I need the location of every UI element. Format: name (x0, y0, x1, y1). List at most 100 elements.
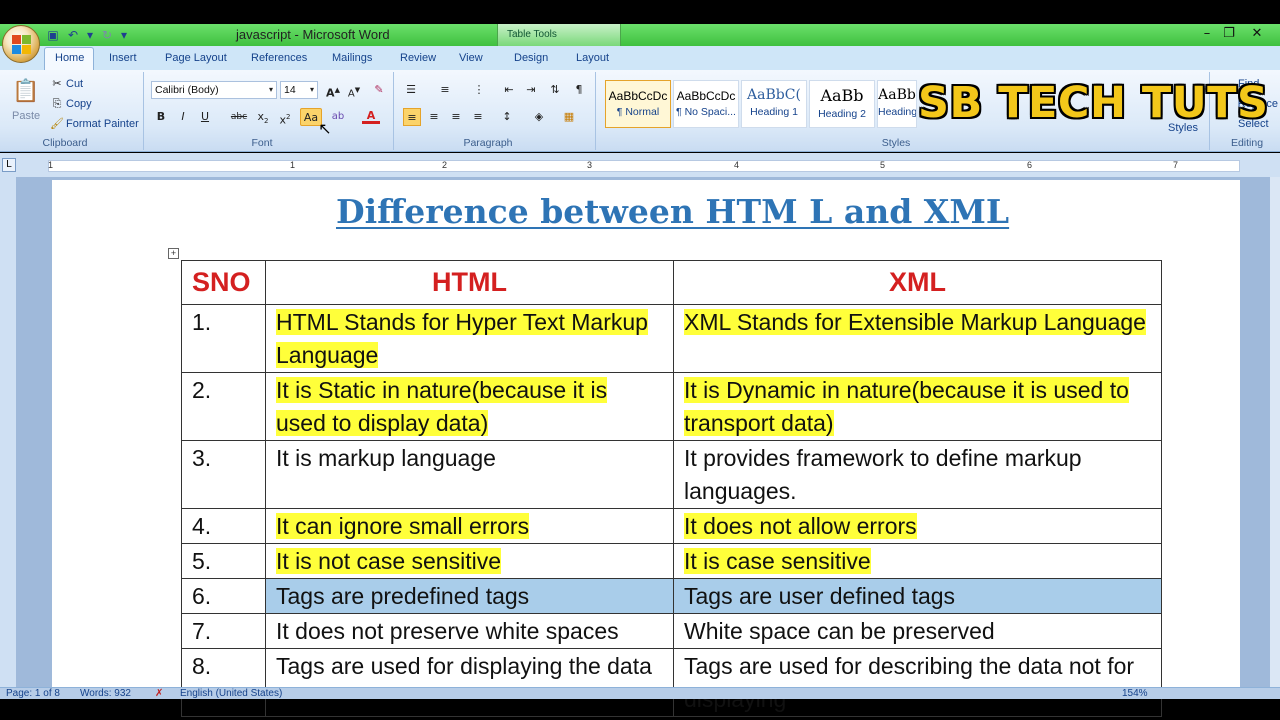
office-button[interactable] (2, 25, 40, 63)
clear-formatting-icon[interactable]: ✎ (370, 81, 388, 99)
tab-references[interactable]: References (251, 52, 307, 64)
bold-icon[interactable]: B (152, 108, 170, 126)
undo-dropdown-icon[interactable]: ▾ (86, 28, 94, 42)
font-family-dropdown-icon[interactable]: ▾ (266, 81, 276, 99)
subscript-icon[interactable]: x2 (254, 108, 272, 126)
editing-label: Editing (1230, 137, 1264, 149)
paste-button[interactable]: Paste (12, 110, 40, 122)
title-bar (0, 24, 1280, 46)
paste-icon[interactable]: 📋 (12, 78, 39, 106)
underline-icon[interactable]: U (196, 108, 214, 126)
sort-icon[interactable]: ⇅ (546, 81, 564, 99)
show-hide-icon[interactable]: ¶ (570, 81, 588, 99)
table-row: 8. Tags are used for displaying the data… (181, 648, 1162, 717)
cell-xml-text: It does not allow errors (684, 513, 917, 539)
style-heading-1[interactable]: AaBbC( Heading 1 (741, 80, 807, 128)
clipboard-label: Clipboard (42, 137, 88, 149)
increase-indent-icon[interactable]: ⇥ (522, 81, 540, 99)
cell-xml: Tags are used for describing the data no… (673, 648, 1162, 717)
style-no-spacing-label: ¶ No Spaci... (676, 106, 736, 118)
cell-html: It is markup language (265, 440, 674, 509)
decrease-indent-icon[interactable]: ⇤ (500, 81, 518, 99)
status-language[interactable]: English (United States) (180, 688, 282, 699)
table-header-row: SNO HTML XML (181, 260, 1162, 305)
cell-sno: 3. (181, 440, 266, 509)
cell-html: It can ignore small errors (265, 508, 674, 544)
tab-review[interactable]: Review (400, 52, 436, 64)
strikethrough-icon[interactable]: abc (230, 108, 248, 126)
align-left-icon[interactable]: ≡ (403, 108, 421, 126)
style-normal[interactable]: AaBbCcDc ¶ Normal (605, 80, 671, 128)
format-painter-button[interactable]: Format Painter (66, 118, 139, 130)
paragraph-label: Paragraph (463, 137, 513, 149)
cut-button[interactable]: Cut (66, 78, 83, 90)
tab-design[interactable]: Design (514, 52, 548, 64)
table-row-selected: 6. Tags are predefined tags Tags are use… (181, 578, 1162, 614)
style-heading[interactable]: AaBb Heading (877, 80, 917, 128)
save-icon[interactable]: ▣ (46, 28, 60, 42)
cell-xml-text: XML Stands for Extensible Markup Languag… (684, 309, 1146, 335)
copy-button[interactable]: Copy (66, 98, 92, 110)
cell-xml-text: It provides framework to define markup l… (684, 445, 1082, 504)
style-heading-2[interactable]: AaBb Heading 2 (809, 80, 875, 128)
tab-home[interactable]: Home (55, 52, 84, 64)
ruler-number: 3 (587, 160, 593, 170)
table-row: 3. It is markup language It provides fra… (181, 440, 1162, 509)
cell-xml-text: It is case sensitive (684, 548, 871, 574)
font-size-dropdown-icon[interactable]: ▾ (307, 81, 317, 99)
tab-layout[interactable]: Layout (576, 52, 609, 64)
ruler-number: 4 (734, 160, 740, 170)
styles-label: Styles (881, 137, 911, 149)
multilevel-list-icon[interactable]: ⋮ (470, 81, 488, 99)
font-label: Font (251, 137, 273, 149)
style-no-spacing[interactable]: AaBbCcDc ¶ No Spaci... (673, 80, 739, 128)
customize-qat-icon[interactable]: ▾ (120, 28, 128, 42)
proofing-error-icon[interactable]: ✗ (155, 688, 163, 699)
tab-insert[interactable]: Insert (109, 52, 137, 64)
borders-icon[interactable]: ▦ (560, 108, 578, 126)
shrink-font-icon[interactable]: A▼ (345, 81, 363, 99)
table-move-handle-icon[interactable]: + (168, 248, 179, 259)
bullets-icon[interactable]: ☰ (402, 81, 420, 99)
font-color-icon[interactable]: A (362, 108, 380, 124)
line-spacing-icon[interactable]: ↕ (498, 108, 516, 126)
cell-sno: 4. (181, 508, 266, 544)
header-xml: XML (673, 260, 1162, 305)
format-painter-icon[interactable]: 🖌 (48, 115, 66, 133)
italic-icon[interactable]: I (174, 108, 192, 126)
ruler-number: 1 (290, 160, 296, 170)
vertical-scrollbar[interactable] (1270, 177, 1280, 687)
redo-icon[interactable]: ↻ (100, 28, 114, 42)
cell-html: HTML Stands for Hyper Text Markup Langua… (265, 304, 674, 373)
tab-view[interactable]: View (459, 52, 483, 64)
justify-icon[interactable]: ≡ (469, 108, 487, 126)
cell-html-text: Tags are used for displaying the data (276, 653, 652, 679)
undo-icon[interactable]: ↶ (66, 28, 80, 42)
maximize-button[interactable]: ❐ (1216, 24, 1242, 44)
superscript-icon[interactable]: x2 (276, 108, 294, 127)
cell-html: Tags are used for displaying the data (265, 648, 674, 717)
zoom-level[interactable]: 154% (1122, 688, 1148, 699)
ruler-number: 6 (1027, 160, 1033, 170)
cell-html-text: It does not preserve white spaces (276, 618, 619, 644)
cell-xml: It does not allow errors (673, 508, 1162, 544)
ruler-number: 1 (48, 160, 54, 170)
shading-icon[interactable]: ◈ (530, 108, 548, 126)
align-center-icon[interactable]: ≡ (425, 108, 443, 126)
cell-html: It is Static in nature(because it is use… (265, 372, 674, 441)
font-family-select[interactable]: Calibri (Body) (151, 81, 277, 99)
numbering-icon[interactable]: ≡ (436, 81, 454, 99)
copy-icon[interactable]: ⎘ (48, 95, 66, 113)
tab-selector-icon[interactable]: L (2, 158, 16, 172)
align-right-icon[interactable]: ≡ (447, 108, 465, 126)
cell-html: It does not preserve white spaces (265, 613, 674, 649)
grow-font-icon[interactable]: A▲ (324, 81, 342, 100)
cut-icon[interactable]: ✂ (48, 75, 66, 93)
tab-mailings[interactable]: Mailings (332, 52, 372, 64)
header-sno: SNO (181, 260, 266, 305)
ruler-number: 5 (880, 160, 886, 170)
tab-page-layout[interactable]: Page Layout (165, 52, 227, 64)
close-button[interactable]: ✕ (1244, 24, 1270, 44)
status-words[interactable]: Words: 932 (80, 688, 131, 699)
status-page[interactable]: Page: 1 of 8 (6, 688, 60, 699)
